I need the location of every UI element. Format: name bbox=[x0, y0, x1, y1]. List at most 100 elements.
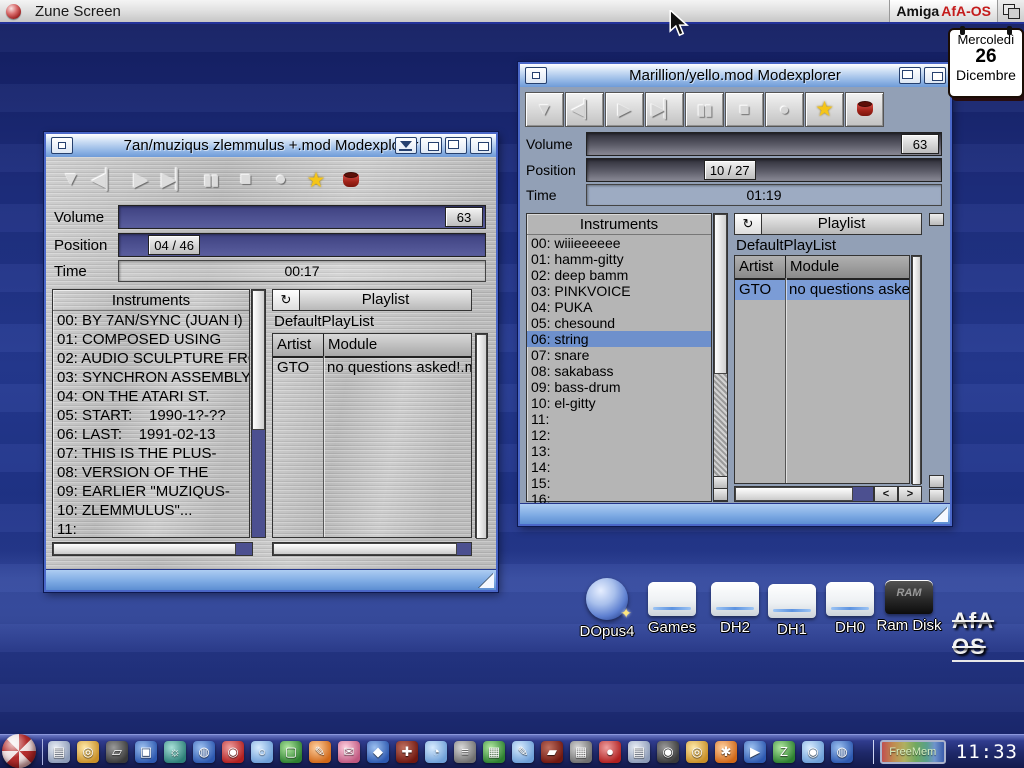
eye-window-icon[interactable]: ◉ bbox=[802, 741, 824, 763]
scroll-right-button[interactable]: > bbox=[898, 486, 922, 502]
desktop-icon-dopus4[interactable]: ✦ DOpus4 bbox=[572, 578, 642, 640]
list-item[interactable]: 00: wiiieeeeee bbox=[527, 235, 711, 251]
scrollbar-thumb[interactable] bbox=[714, 214, 727, 374]
next-button[interactable]: ▶▏ bbox=[163, 165, 189, 195]
list-item[interactable]: 10: ZLEMMULUS"... bbox=[53, 501, 249, 520]
instruments-vscrollbar[interactable] bbox=[251, 289, 266, 538]
list-item[interactable]: 09: bass-drum bbox=[527, 379, 711, 395]
list-item[interactable]: 00: BY 7AN/SYNC (JUAN I) bbox=[53, 311, 249, 330]
volume-knob[interactable]: 63 bbox=[901, 134, 939, 154]
scroll-left-button[interactable]: < bbox=[874, 486, 898, 502]
instruments-list[interactable]: 00: wiiieeeeee 01: hamm-gitty 02: deep b… bbox=[527, 235, 711, 507]
list-item[interactable]: 14: bbox=[527, 459, 711, 475]
list-item[interactable]: 15: bbox=[527, 475, 711, 491]
play-button[interactable]: ▶ bbox=[605, 92, 644, 127]
pause-button[interactable]: ▮▮ bbox=[685, 92, 724, 127]
desktop-icon-games[interactable]: Games bbox=[637, 582, 707, 636]
prev-button[interactable]: ◀▏ bbox=[565, 92, 604, 127]
cycle-gadget[interactable]: ↻ bbox=[735, 214, 762, 234]
calculator-icon[interactable]: ▦ bbox=[570, 741, 592, 763]
depth-gadget[interactable] bbox=[470, 137, 492, 154]
scrollbar-thumb[interactable] bbox=[735, 487, 853, 501]
snapshot-gadget[interactable] bbox=[420, 137, 442, 154]
instruments-vscrollbar[interactable] bbox=[713, 213, 728, 502]
web-sphere-icon[interactable]: ◍ bbox=[831, 741, 853, 763]
scrollbar-thumb[interactable] bbox=[476, 334, 487, 539]
titlebar[interactable]: 7an/muziqus zlemmulus +.mod Modexplorer bbox=[46, 134, 496, 158]
pause-button[interactable]: ▮▮ bbox=[198, 165, 224, 195]
media-player-icon[interactable]: ▶ bbox=[744, 741, 766, 763]
column-artist[interactable]: Artist bbox=[735, 256, 786, 278]
trash-button[interactable] bbox=[845, 92, 884, 127]
folder-dark-icon[interactable]: ▱ bbox=[106, 741, 128, 763]
list-item[interactable]: 12: bbox=[527, 427, 711, 443]
scrollbar-thumb[interactable] bbox=[53, 543, 236, 555]
table-row[interactable]: GTO no questions asked!.m bbox=[273, 358, 471, 378]
playlist-table[interactable]: Artist Module GTO no questions asked!.m bbox=[272, 333, 472, 538]
notepad-icon[interactable]: ✎ bbox=[512, 741, 534, 763]
playlist-vscrollbar[interactable] bbox=[475, 333, 488, 538]
desktop-icon-ram-disk[interactable]: RAM Ram Disk bbox=[874, 580, 944, 634]
mail-icon[interactable]: ✉ bbox=[338, 741, 360, 763]
favorite-button[interactable]: ★ bbox=[805, 92, 844, 127]
ball-icon[interactable]: ● bbox=[599, 741, 621, 763]
fireball-icon[interactable]: ✱ bbox=[715, 741, 737, 763]
record-button[interactable]: ● bbox=[765, 92, 804, 127]
titlebar[interactable]: Marillion/yello.mod Modexplorer bbox=[520, 64, 950, 88]
position-knob[interactable]: 10 / 27 bbox=[704, 160, 756, 180]
cd-gold-icon[interactable]: ◎ bbox=[77, 741, 99, 763]
scroll-down-button[interactable] bbox=[713, 488, 728, 501]
list-item[interactable]: 13: bbox=[527, 443, 711, 459]
picture-icon[interactable]: ▣ bbox=[135, 741, 157, 763]
scrollbar-thumb[interactable] bbox=[912, 256, 921, 485]
list-item[interactable]: 02: AUDIO SCULPTURE FRO bbox=[53, 349, 249, 368]
speaker-icon[interactable]: ◉ bbox=[657, 741, 679, 763]
pane-up-gadget[interactable] bbox=[929, 475, 944, 488]
cd-burner-icon[interactable]: ◎ bbox=[686, 741, 708, 763]
list-item[interactable]: 01: hamm-gitty bbox=[527, 251, 711, 267]
depth-gadget[interactable] bbox=[924, 67, 946, 84]
prev-button[interactable]: ◀▏ bbox=[93, 165, 119, 195]
record-button[interactable]: ● bbox=[268, 165, 294, 195]
pane-top-gadget[interactable] bbox=[929, 213, 944, 226]
volume-slider[interactable]: 63 bbox=[118, 205, 486, 229]
playlist-table[interactable]: Artist Module GTO no questions asked!. bbox=[734, 255, 910, 484]
list-item[interactable]: 07: snare bbox=[527, 347, 711, 363]
eject-button[interactable]: ▼ bbox=[58, 165, 84, 195]
list-item[interactable]: 05: START: 1990-1?-?? bbox=[53, 406, 249, 425]
list-item[interactable]: 08: VERSION OF THE bbox=[53, 463, 249, 482]
column-module[interactable]: Module bbox=[786, 256, 843, 278]
list-item[interactable]: 09: EARLIER "MUZIQUS- bbox=[53, 482, 249, 501]
list-item[interactable]: 08: sakabass bbox=[527, 363, 711, 379]
next-button[interactable]: ▶▏ bbox=[645, 92, 684, 127]
list-item[interactable]: 05: chesound bbox=[527, 315, 711, 331]
pane-down-gadget[interactable] bbox=[929, 489, 944, 502]
scrollbar-thumb[interactable] bbox=[252, 290, 265, 430]
scanner-icon[interactable]: ≡ bbox=[454, 741, 476, 763]
volume-slider[interactable]: 63 bbox=[586, 132, 942, 156]
instruments-list[interactable]: 00: BY 7AN/SYNC (JUAN I) 01: COMPOSED US… bbox=[53, 311, 249, 558]
close-gadget[interactable] bbox=[51, 137, 73, 154]
monitor-icon[interactable]: ▢ bbox=[280, 741, 302, 763]
stop-button[interactable]: ■ bbox=[233, 165, 259, 195]
paint-icon[interactable]: ✎ bbox=[309, 741, 331, 763]
column-module[interactable]: Module bbox=[324, 334, 381, 356]
resize-gadget[interactable] bbox=[933, 507, 948, 522]
volume-knob[interactable]: 63 bbox=[445, 207, 483, 227]
document-disk-icon[interactable]: ▤ bbox=[628, 741, 650, 763]
favorite-button[interactable]: ★ bbox=[303, 165, 329, 195]
trash-button[interactable] bbox=[338, 165, 364, 195]
amiga-menu-button[interactable] bbox=[2, 734, 36, 768]
vnc-icon[interactable]: Z bbox=[773, 741, 795, 763]
list-item[interactable]: 01: COMPOSED USING bbox=[53, 330, 249, 349]
globe-icon[interactable]: ◍ bbox=[193, 741, 215, 763]
position-knob[interactable]: 04 / 46 bbox=[148, 235, 200, 255]
instruments-hscrollbar[interactable] bbox=[52, 542, 253, 556]
position-slider[interactable]: 04 / 46 bbox=[118, 233, 486, 257]
iconify-gadget[interactable] bbox=[395, 137, 417, 154]
list-item-selected[interactable]: 06: string bbox=[527, 331, 711, 347]
photo-palm-icon[interactable]: ☼ bbox=[164, 741, 186, 763]
playlist-vscrollbar[interactable] bbox=[911, 255, 922, 484]
close-gadget[interactable] bbox=[525, 67, 547, 84]
position-slider[interactable]: 10 / 27 bbox=[586, 158, 942, 182]
